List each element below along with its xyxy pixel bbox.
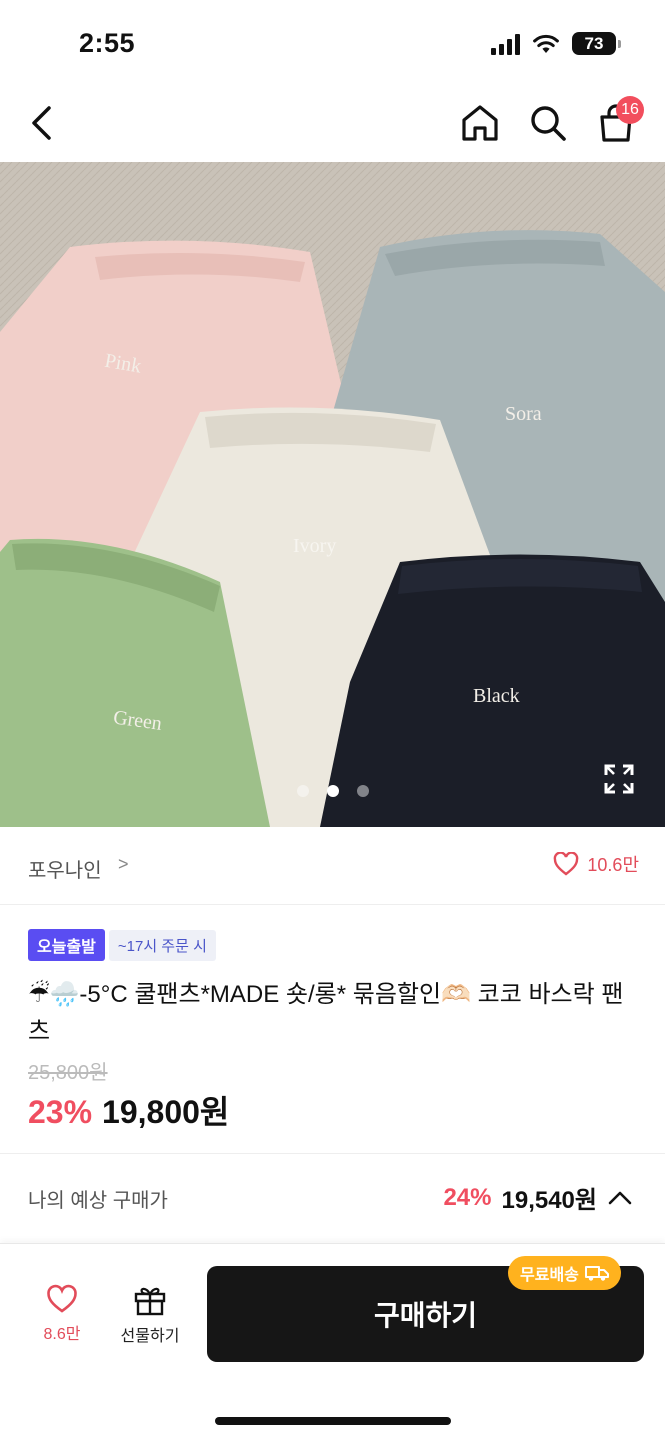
battery-level: 73: [572, 32, 616, 55]
product-info: 오늘출발 ~17시 주문 시 ☔🌧️-5°C 쿨팬츠*MADE 숏/롱* 묶음할…: [28, 929, 640, 1133]
cellular-signal-icon: [491, 33, 520, 55]
product-title: ☔🌧️-5°C 쿨팬츠*MADE 숏/롱* 묶음할인🫶🏻 코코 바스락 팬츠: [28, 981, 624, 1045]
chevron-left-icon: [32, 106, 51, 140]
cart-count-badge: 16: [616, 96, 644, 124]
expected-price-value: 24% 19,540원: [443, 1180, 633, 1215]
chevron-up-icon[interactable]: [607, 1189, 633, 1207]
status-bar: 2:55 73: [0, 0, 665, 88]
status-time: 2:55: [79, 28, 136, 58]
heart-icon: [554, 852, 579, 876]
swatch-label-black: Black: [473, 685, 520, 707]
store-name[interactable]: 포우나인: [28, 854, 102, 883]
like-count: 8.6만: [43, 1326, 81, 1343]
original-price: 25,800원: [28, 1062, 108, 1084]
search-button[interactable]: [524, 88, 572, 158]
carousel-dots: [0, 785, 665, 797]
like-button[interactable]: 8.6만: [26, 1284, 98, 1344]
expected-discount: 24%: [443, 1183, 492, 1211]
expected-price-row[interactable]: 나의 예상 구매가 24% 19,540원: [0, 1160, 665, 1236]
home-indicator: [215, 1417, 451, 1425]
expected-price-label: 나의 예상 구매가: [28, 1190, 168, 1212]
sale-price: 19,800원: [102, 1094, 230, 1130]
product-photo: Pink Sora Ivory Green Black: [0, 162, 665, 827]
swatch-label-ivory: Ivory: [293, 535, 336, 557]
order-cutoff-badge: ~17시 주문 시: [108, 929, 216, 961]
divider: [0, 1153, 665, 1154]
product-image-carousel[interactable]: Pink Sora Ivory Green Black: [0, 162, 665, 827]
bottom-action-bar: 8.6만 선물하기 구매하기 무료배송: [0, 1243, 665, 1440]
nav-bar: 16: [0, 88, 665, 162]
heart-icon: [47, 1284, 77, 1313]
chevron-right-icon: >: [118, 854, 129, 874]
truck-icon: [584, 1266, 609, 1281]
carousel-dot-active[interactable]: [326, 785, 339, 797]
free-shipping-label: 무료배송: [520, 1267, 579, 1284]
cart-button[interactable]: 16: [592, 88, 644, 158]
back-button[interactable]: [18, 88, 66, 158]
store-row[interactable]: 포우나인 > 10.6만: [0, 827, 665, 905]
delivery-badges: 오늘출발 ~17시 주문 시: [28, 929, 640, 961]
gift-icon: [134, 1287, 166, 1316]
home-button[interactable]: [456, 88, 504, 158]
search-icon: [531, 106, 566, 141]
expected-price: 19,540원: [501, 1187, 598, 1214]
home-icon: [462, 105, 498, 141]
wifi-icon: [533, 34, 559, 53]
store-like-button[interactable]: 10.6만: [553, 851, 639, 877]
swatch-label-sora: Sora: [505, 403, 542, 425]
today-shipping-badge: 오늘출발: [28, 929, 105, 961]
status-icons: 73: [491, 32, 621, 55]
carousel-dot[interactable]: [356, 785, 369, 797]
free-shipping-badge: 무료배송: [508, 1256, 621, 1290]
expand-icon[interactable]: [603, 763, 635, 795]
battery-icon: 73: [572, 32, 621, 55]
store-like-count: 10.6만: [587, 855, 639, 875]
price-row: 23% 19,800원: [28, 1087, 640, 1133]
discount-rate: 23%: [28, 1094, 93, 1130]
gift-button[interactable]: 선물하기: [110, 1284, 190, 1346]
gift-label: 선물하기: [120, 1328, 180, 1345]
carousel-dot[interactable]: [296, 785, 309, 797]
